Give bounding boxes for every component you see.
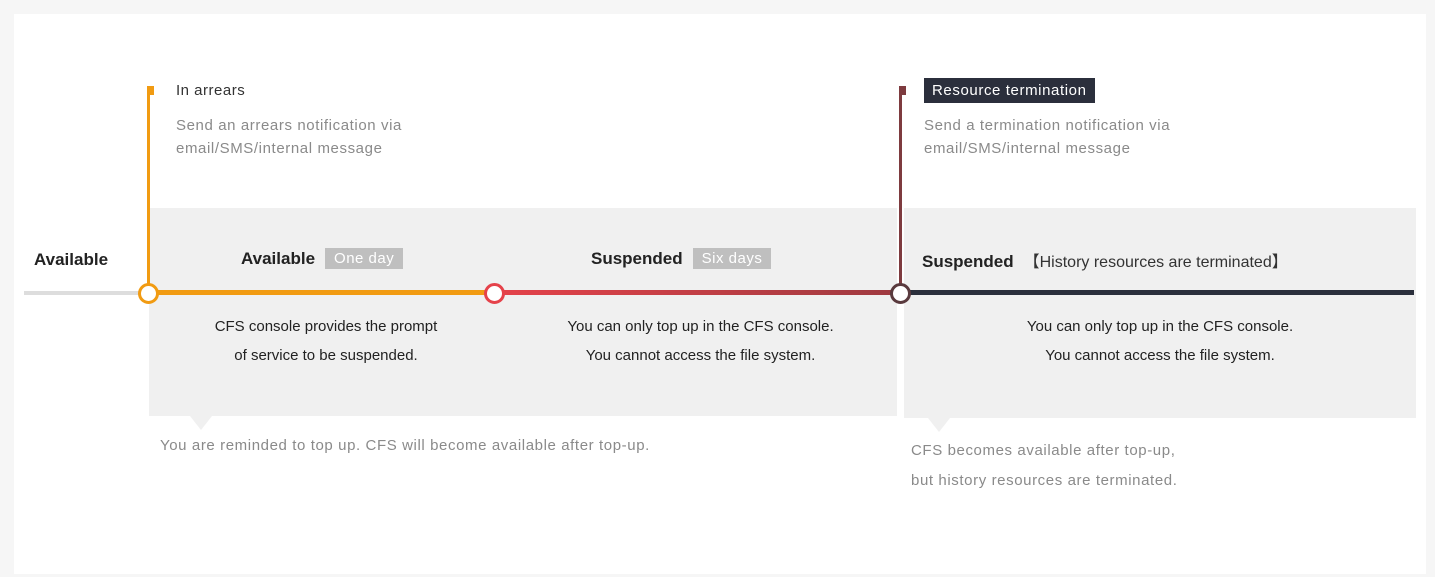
phase-suspended-name: Suspended <box>591 249 683 268</box>
phase-suspended-desc-line-2: You cannot access the file system. <box>585 347 816 364</box>
node-arrears <box>138 283 159 304</box>
timeline-terminated-segment <box>900 290 1414 295</box>
phase-available-description: CFS console provides the prompt of servi… <box>149 312 503 370</box>
node-suspension <box>484 283 505 304</box>
phase-suspended-duration-badge: Six days <box>692 248 772 269</box>
phase-suspended-desc-line-1: You can only top up in the CFS console. <box>567 318 834 335</box>
phase-terminated-description: You can only top up in the CFS console. … <box>904 312 1416 370</box>
phase-terminated-desc-line-2: You cannot access the file system. <box>1045 347 1275 364</box>
phase-available-heading: Available One day <box>241 248 404 269</box>
phase-terminated-note: 【History resources are terminated】 <box>1023 254 1288 271</box>
termination-event-description: Send a termination notification via emai… <box>924 114 1170 160</box>
termination-desc-line-2: email/SMS/internal message <box>924 140 1131 157</box>
termination-desc-line-1: Send a termination notification via <box>924 117 1171 134</box>
note-available-line-1: You are reminded to top up. CFS will bec… <box>160 437 650 454</box>
arrears-vertical-line <box>147 88 150 292</box>
start-available-label: Available <box>34 250 109 269</box>
panel-pointer-left <box>190 416 212 430</box>
node-termination <box>890 283 911 304</box>
panel-pointer-right <box>928 418 950 432</box>
arrears-marker <box>147 86 154 95</box>
note-available-topup: You are reminded to top up. CFS will bec… <box>160 431 650 461</box>
timeline-suspended-segment <box>494 290 900 295</box>
phase-suspended-description: You can only top up in the CFS console. … <box>504 312 897 370</box>
phase-terminated-heading: Suspended 【History resources are terminat… <box>922 248 1288 272</box>
phase-available-duration-badge: One day <box>325 248 404 269</box>
termination-marker <box>899 86 906 95</box>
note-terminated-line-1: CFS becomes available after top-up, <box>911 442 1176 459</box>
note-terminated-line-2: but history resources are terminated. <box>911 472 1178 489</box>
phase-terminated-name: Suspended <box>922 252 1014 271</box>
note-terminated-topup: CFS becomes available after top-up, but … <box>911 436 1177 496</box>
diagram-canvas: In arrears Send an arrears notification … <box>14 14 1426 574</box>
termination-event-title: Resource termination <box>924 78 1095 103</box>
phase-terminated-desc-line-1: You can only top up in the CFS console. <box>1026 318 1294 335</box>
termination-vertical-line <box>899 88 902 292</box>
arrears-desc-line-1: Send an arrears notification via <box>176 117 402 134</box>
phase-available-name: Available <box>241 249 316 268</box>
arrears-event-description: Send an arrears notification via email/S… <box>176 114 402 160</box>
arrears-desc-line-2: email/SMS/internal message <box>176 140 383 157</box>
arrears-event-title: In arrears <box>176 82 246 99</box>
timeline-initial-segment <box>24 291 148 295</box>
phase-available-desc-line-2: of service to be suspended. <box>234 347 418 364</box>
timeline-available-segment <box>148 290 494 295</box>
phase-available-desc-line-1: CFS console provides the prompt <box>214 318 438 335</box>
phase-suspended-heading: Suspended Six days <box>591 248 772 269</box>
